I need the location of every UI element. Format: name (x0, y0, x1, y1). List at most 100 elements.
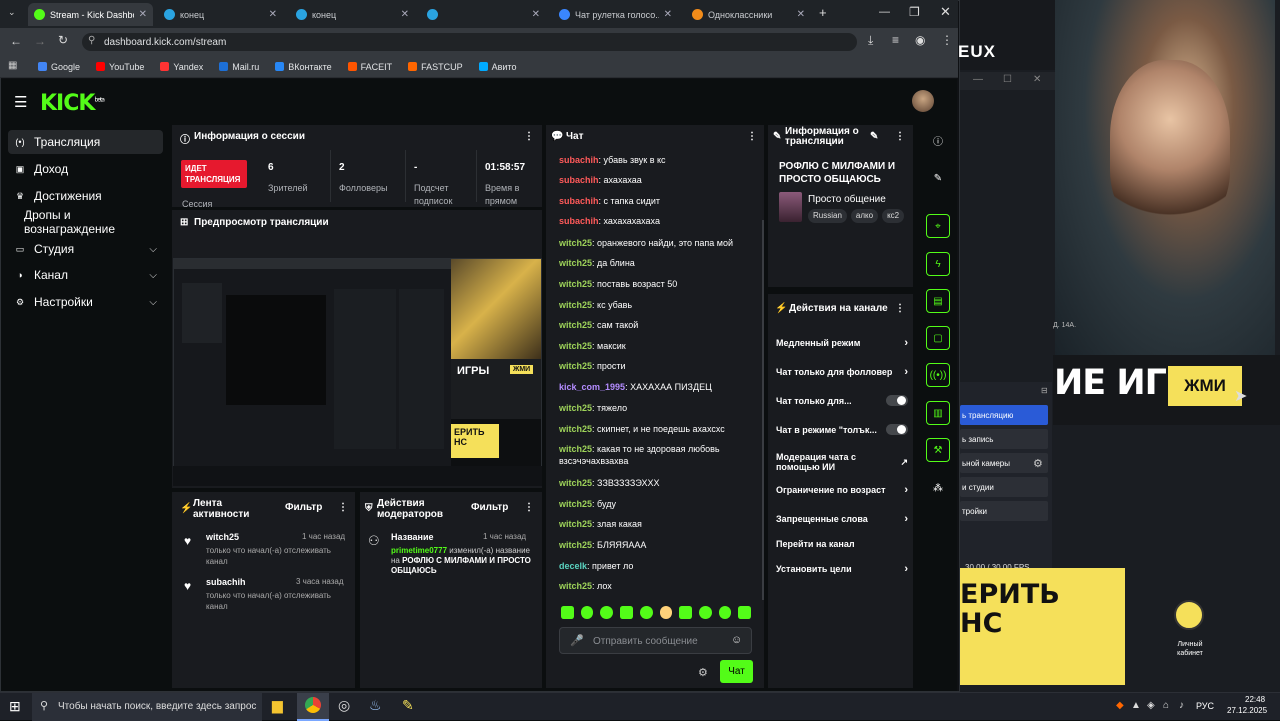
obs-gear-icon[interactable]: ⚙ (1033, 457, 1043, 470)
chat-username[interactable]: witch25 (559, 540, 592, 550)
bookmark-item[interactable]: Mail.ru (219, 62, 259, 72)
chat-username[interactable]: witch25 (559, 478, 592, 488)
sidebar-item[interactable]: ♛ Достижения (8, 184, 163, 208)
category-name[interactable]: Просто общение (808, 194, 886, 205)
stream-preview[interactable]: ИГРЫ ЖМИ ЕРИТЬ НС (173, 258, 542, 468)
user-avatar[interactable] (912, 90, 934, 112)
browser-tab[interactable]: конец ✕ (290, 3, 415, 26)
bookmark-item[interactable]: Авито (478, 62, 516, 72)
chat-settings-icon[interactable]: ⚙ (698, 666, 708, 679)
bookmark-item[interactable]: FACEIT (347, 62, 392, 72)
emote-icon[interactable] (600, 606, 614, 619)
toggle-switch[interactable] (886, 395, 908, 406)
new-tab-button[interactable]: + (819, 5, 827, 20)
focus-icon[interactable]: ⌖ (926, 214, 950, 238)
windows-start-icon[interactable]: ⊞ (9, 698, 21, 715)
steam-icon[interactable]: ♨ (369, 697, 382, 714)
chat-username[interactable]: subachih (559, 216, 599, 226)
chat-username[interactable]: subachih (559, 155, 599, 165)
browser-tab[interactable]: Одноклассники ✕ (686, 3, 811, 26)
mod-item-user[interactable]: primetime0777 (391, 546, 447, 555)
emote-icon[interactable] (639, 606, 653, 619)
media-icon[interactable]: ≡ (892, 33, 899, 47)
volume-icon[interactable]: ♪ (1179, 700, 1184, 711)
channel-action-item[interactable]: Чат в режиме "толък... (776, 424, 908, 435)
emote-icon[interactable] (698, 606, 712, 619)
activity-user[interactable]: subachih (206, 577, 246, 587)
obs-taskbar-icon[interactable]: ◎ (338, 697, 350, 714)
channel-action-item[interactable]: Запрещенные слова › (776, 513, 908, 525)
profile-icon[interactable]: ◉ (915, 33, 925, 47)
hamburger-menu-icon[interactable]: ☰ (14, 93, 27, 111)
channel-action-item[interactable]: Чат только для фолловер › (776, 366, 908, 378)
explorer-icon[interactable]: ▆ (272, 697, 283, 714)
apps-grid-icon[interactable]: ▦ (8, 60, 17, 71)
obs-close-icon[interactable]: ✕ (1033, 74, 1041, 85)
emote-icon[interactable] (718, 606, 732, 619)
tab-close-icon[interactable]: ✕ (532, 9, 540, 20)
obs-minimize-icon[interactable]: — (973, 74, 983, 85)
tab-close-icon[interactable]: ✕ (664, 9, 672, 20)
chat-username[interactable]: witch25 (559, 403, 592, 413)
activity-filter[interactable]: Фильтр (285, 502, 322, 513)
address-bar[interactable]: ⚲ dashboard.kick.com/stream (82, 33, 857, 51)
chat-username[interactable]: witch25 (559, 581, 592, 591)
tab-search-icon[interactable]: ⌄ (8, 7, 16, 18)
sidebar-item[interactable]: Дропы и вознаграждение (8, 208, 163, 236)
sidebar-item[interactable]: (•) Трансляция (8, 130, 163, 154)
activity-user[interactable]: witch25 (206, 532, 239, 542)
chat-username[interactable]: subachih (559, 175, 599, 185)
chat-username[interactable]: witch25 (559, 279, 592, 289)
tab-close-icon[interactable]: ✕ (139, 9, 147, 20)
mod-filter[interactable]: Фильтр (471, 502, 508, 513)
session-menu-icon[interactable]: ⋮ (524, 131, 534, 142)
chat-scrollbar[interactable] (762, 220, 764, 600)
channel-action-item[interactable]: Медленный режим › (776, 337, 908, 349)
toggle-switch[interactable] (886, 424, 908, 435)
sidebar-item[interactable]: ▭ Студия ⌵ (8, 237, 163, 261)
tray-icon-3[interactable]: ◈ (1147, 700, 1155, 711)
channel-action-item[interactable]: Перейти на канал (776, 539, 908, 549)
category-thumbnail[interactable] (779, 192, 802, 222)
pencil-icon[interactable]: ✎ (926, 166, 950, 190)
obs-press-button[interactable]: ЖМИ (1168, 366, 1242, 406)
chat-username[interactable]: witch25 (559, 424, 592, 434)
channel-action-item[interactable]: Модерация чата с помощью ИИ ↗ (776, 452, 908, 472)
obs-menu-button[interactable]: тройки (960, 501, 1048, 521)
chat-username[interactable]: witch25 (559, 320, 592, 330)
chrome-taskbar-button[interactable] (297, 693, 329, 721)
chat-username[interactable]: witch25 (559, 341, 592, 351)
chat-rail-icon[interactable]: ▢ (926, 326, 950, 350)
wrench-icon[interactable]: ⚒ (926, 438, 950, 462)
chat-username[interactable]: decelk (559, 561, 587, 571)
chat-username[interactable]: subachih (559, 196, 599, 206)
tray-lang[interactable]: РУС (1196, 701, 1214, 711)
chat-username[interactable]: witch25 (559, 361, 592, 371)
app-taskbar-icon[interactable]: ✎ (402, 697, 414, 714)
emote-icon[interactable] (580, 606, 594, 619)
chat-input[interactable]: 🎤 Отправить сообщение ☺ (559, 627, 752, 654)
bolt-icon[interactable]: ϟ (926, 252, 950, 276)
channel-actions-menu-icon[interactable]: ⋮ (895, 303, 905, 314)
browser-tab[interactable]: Чат рулетка голосо... ✕ (553, 3, 678, 26)
emote-icon[interactable] (738, 606, 752, 619)
reload-icon[interactable]: ↻ (58, 33, 68, 47)
desktop-icon-label[interactable]: Личный кабинет (1166, 640, 1214, 658)
kick-logo[interactable]: KICKbeta (40, 91, 105, 116)
chat-send-button[interactable]: Чат (720, 660, 753, 683)
download-icon[interactable]: ⤓ (868, 33, 873, 48)
emote-icon[interactable] (679, 606, 692, 619)
sidebar-item[interactable]: ⚙ Настройки ⌵ (8, 290, 163, 314)
browser-tab[interactable]: Stream - Kick Dashboard ✕ (28, 3, 153, 26)
obs-dock-icon[interactable]: ⊟ (1041, 386, 1048, 395)
obs-maximize-icon[interactable]: ☐ (1003, 74, 1012, 85)
tray-time[interactable]: 22:48 (1245, 695, 1265, 704)
obs-menu-button[interactable]: ь запись (960, 429, 1048, 449)
chat-username[interactable]: kick_com_1995 (559, 382, 625, 392)
chat-username[interactable]: witch25 (559, 519, 592, 529)
close-window-icon[interactable]: ✕ (940, 4, 951, 20)
browser-tab[interactable]: конец ✕ (158, 3, 283, 26)
channel-action-item[interactable]: Установить цели › (776, 563, 908, 575)
bookmark-item[interactable]: FASTCUP (408, 62, 463, 72)
sidebar-item[interactable]: ▣ Доход (8, 157, 163, 181)
